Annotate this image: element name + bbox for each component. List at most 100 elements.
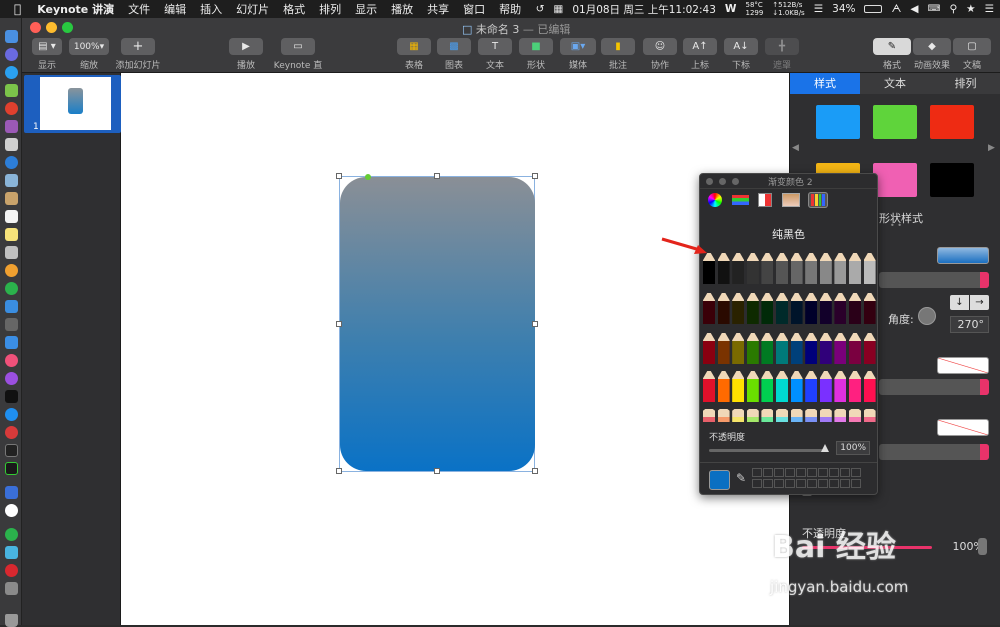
color-wheel-icon[interactable]	[708, 193, 722, 207]
chart-button[interactable]: ▩ 图表	[436, 38, 472, 71]
zoom-select[interactable]: 100% ▾ 缩放	[68, 38, 110, 71]
pencils-icon[interactable]	[808, 192, 828, 208]
table-button[interactable]: ▦ 表格	[396, 38, 432, 71]
activity-monitor-icon[interactable]	[5, 462, 18, 475]
tab-arrange[interactable]: 排列	[930, 73, 1000, 94]
color-pencil[interactable]	[863, 330, 876, 364]
collaborate-button[interactable]: ☺ 协作	[641, 38, 679, 71]
shadow-style-select[interactable]	[879, 444, 989, 460]
minimize-window-button[interactable]	[46, 22, 57, 33]
notes-icon[interactable]	[5, 228, 18, 241]
color-pencil[interactable]	[776, 406, 788, 422]
apple-menu-icon[interactable]: 	[14, 2, 21, 16]
saved-color-slot[interactable]	[796, 479, 806, 488]
popup-opacity-slider[interactable]	[709, 449, 826, 452]
calendar-app-icon[interactable]	[5, 210, 18, 223]
swatch-next-icon[interactable]: ▶	[988, 143, 995, 153]
color-pencil[interactable]	[805, 406, 818, 422]
saved-color-slot[interactable]	[763, 468, 773, 477]
saved-color-slot[interactable]	[774, 479, 784, 488]
app-icon-30[interactable]	[5, 582, 18, 595]
eyedropper-icon[interactable]: ✎	[736, 471, 746, 485]
color-pencil[interactable]	[776, 368, 788, 402]
app-icon-7[interactable]	[5, 156, 18, 169]
chrome-icon[interactable]	[5, 102, 18, 115]
vivaldi-icon[interactable]	[5, 426, 18, 439]
fill-type-select[interactable]	[879, 272, 989, 288]
app-icon-16[interactable]	[5, 318, 18, 331]
saved-color-slot[interactable]	[785, 479, 795, 488]
color-pencil[interactable]	[819, 368, 832, 402]
color-pencil[interactable]	[819, 330, 832, 364]
flip-horizontal-button[interactable]: →	[970, 295, 989, 310]
color-pencil[interactable]	[805, 368, 818, 402]
popup-close-button[interactable]	[706, 178, 713, 185]
resize-handle-top-left[interactable]	[336, 173, 342, 179]
flip-vertical-button[interactable]: ↓	[950, 295, 969, 310]
swatch-prev-icon[interactable]: ◀	[792, 143, 799, 153]
menu-view[interactable]: 显示	[355, 1, 377, 17]
messages-icon[interactable]	[5, 282, 18, 295]
stats-icon[interactable]: W	[725, 3, 737, 15]
color-pencil[interactable]	[732, 290, 745, 324]
resize-handle-top[interactable]	[434, 173, 440, 179]
play-button[interactable]: ▶ 播放	[226, 38, 266, 71]
fill-color-well[interactable]	[937, 247, 989, 264]
style-swatch-black[interactable]	[930, 163, 974, 197]
input-method-icon[interactable]: ⌨	[927, 4, 940, 14]
safari-icon[interactable]	[5, 66, 18, 79]
saved-color-slot[interactable]	[840, 468, 850, 477]
saved-color-slot[interactable]	[829, 468, 839, 477]
android-icon[interactable]	[5, 84, 18, 97]
color-pencil[interactable]	[717, 330, 730, 364]
color-pencil[interactable]	[703, 406, 715, 422]
tv-icon[interactable]	[5, 390, 18, 403]
color-pencil[interactable]	[746, 330, 759, 364]
media-button[interactable]: ▣▾ 媒体	[558, 38, 598, 71]
comment-button[interactable]: ▮ 批注	[600, 38, 636, 71]
color-pencil[interactable]	[776, 330, 788, 364]
terminal-icon[interactable]	[5, 444, 18, 457]
color-pencil[interactable]	[776, 290, 788, 324]
resize-handle-bottom-left[interactable]	[336, 468, 342, 474]
launchpad-icon[interactable]	[5, 48, 18, 61]
saved-color-slot[interactable]	[851, 479, 861, 488]
resize-handle-bottom-right[interactable]	[532, 468, 538, 474]
color-pencil[interactable]	[863, 250, 876, 284]
saved-color-slot[interactable]	[807, 468, 817, 477]
color-pencil[interactable]	[746, 406, 759, 422]
app-menu[interactable]: Keynote 讲演	[37, 1, 114, 17]
menu-edit[interactable]: 编辑	[164, 1, 186, 17]
color-sliders-icon[interactable]	[732, 195, 749, 205]
color-pencil[interactable]	[717, 368, 730, 402]
color-pencil[interactable]	[805, 330, 818, 364]
shape-button[interactable]: ■ 形状	[518, 38, 554, 71]
photos-icon[interactable]	[5, 264, 18, 277]
menu-format[interactable]: 格式	[283, 1, 305, 17]
color-pencil[interactable]	[834, 290, 847, 324]
text-button[interactable]: T 文本	[477, 38, 513, 71]
color-pencil[interactable]	[761, 406, 774, 422]
app-icon-5[interactable]	[5, 120, 18, 133]
calendar-icon[interactable]: ▦	[553, 3, 563, 15]
subscript-button[interactable]: A↓ 下标	[723, 38, 759, 71]
slide-canvas[interactable]	[121, 73, 789, 625]
color-pencil[interactable]	[834, 406, 847, 422]
finder-icon[interactable]	[5, 30, 18, 43]
color-pencil[interactable]	[863, 290, 876, 324]
color-pencil[interactable]	[732, 330, 745, 364]
color-pencil[interactable]	[790, 250, 803, 284]
sync-icon[interactable]: ↺	[536, 3, 545, 15]
color-pencil[interactable]	[732, 250, 745, 284]
saved-color-slot[interactable]	[829, 479, 839, 488]
border-style-select[interactable]	[879, 379, 989, 395]
color-pencil[interactable]	[819, 250, 832, 284]
color-pencil[interactable]	[790, 368, 803, 402]
color-pencil[interactable]	[717, 406, 730, 422]
saved-color-slot[interactable]	[752, 468, 762, 477]
color-pencil[interactable]	[849, 368, 861, 402]
resize-handle-bottom[interactable]	[434, 468, 440, 474]
menu-help[interactable]: 帮助	[499, 1, 521, 17]
trash-icon[interactable]	[5, 614, 18, 627]
color-pencil[interactable]	[790, 406, 803, 422]
